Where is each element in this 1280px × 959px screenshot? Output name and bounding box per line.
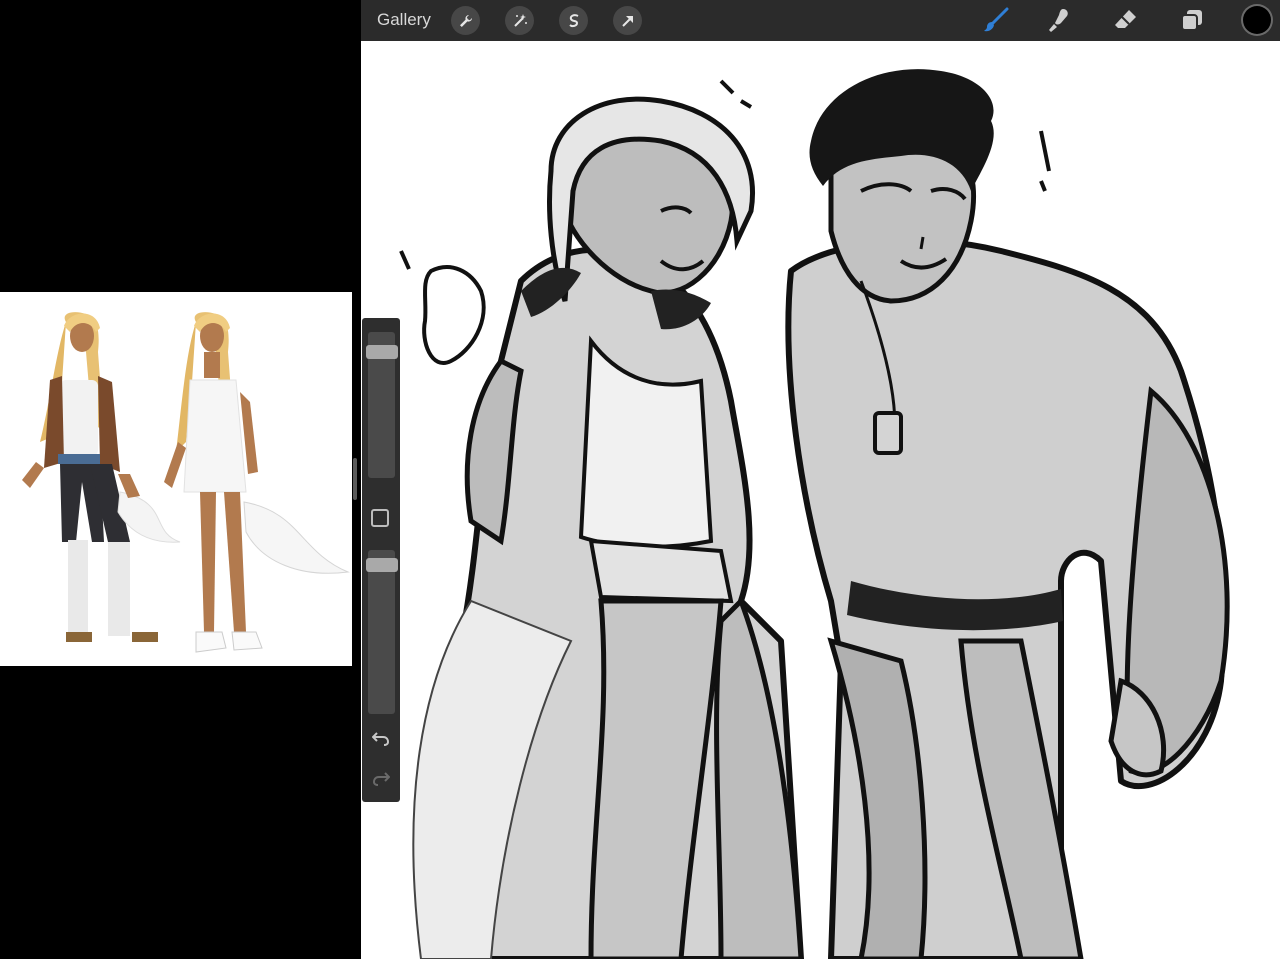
magic-wand-icon (513, 13, 527, 27)
selection-icon (568, 13, 578, 27)
brush-opacity-knob[interactable] (366, 558, 398, 572)
color-picker-button[interactable] (1243, 6, 1271, 34)
smudge-icon (1049, 9, 1068, 32)
transform-arrow-icon (621, 15, 633, 27)
reference-character-sheet (0, 292, 352, 666)
split-view-handle[interactable] (353, 458, 357, 500)
brush-size-knob[interactable] (366, 345, 398, 359)
brush-sidebar (362, 318, 400, 802)
selection-button[interactable] (559, 6, 588, 35)
undo-button[interactable] (370, 728, 392, 748)
actions-button[interactable] (451, 6, 480, 35)
redo-button[interactable] (370, 768, 392, 788)
undo-icon (372, 732, 390, 746)
brush-size-slider[interactable] (366, 332, 398, 478)
gallery-button[interactable]: Gallery (377, 10, 431, 30)
redo-icon (372, 772, 390, 786)
adjustments-button[interactable] (505, 6, 534, 35)
eraser-icon (1115, 10, 1136, 28)
transform-button[interactable] (613, 6, 642, 35)
layers-button[interactable] (1177, 5, 1207, 35)
brush-tool-button[interactable] (981, 5, 1011, 35)
drawing-canvas[interactable] (361, 41, 1280, 959)
smudge-tool-button[interactable] (1045, 5, 1075, 35)
eraser-tool-button[interactable] (1111, 5, 1141, 35)
brush-icon (984, 7, 1009, 32)
layers-icon (1181, 10, 1202, 31)
reference-image-panel (0, 292, 352, 666)
wrench-icon (459, 14, 472, 27)
modify-button[interactable] (371, 509, 389, 527)
top-toolbar: Gallery (361, 0, 1280, 41)
sketch-artwork (361, 41, 1280, 959)
brush-opacity-slider[interactable] (366, 550, 398, 714)
